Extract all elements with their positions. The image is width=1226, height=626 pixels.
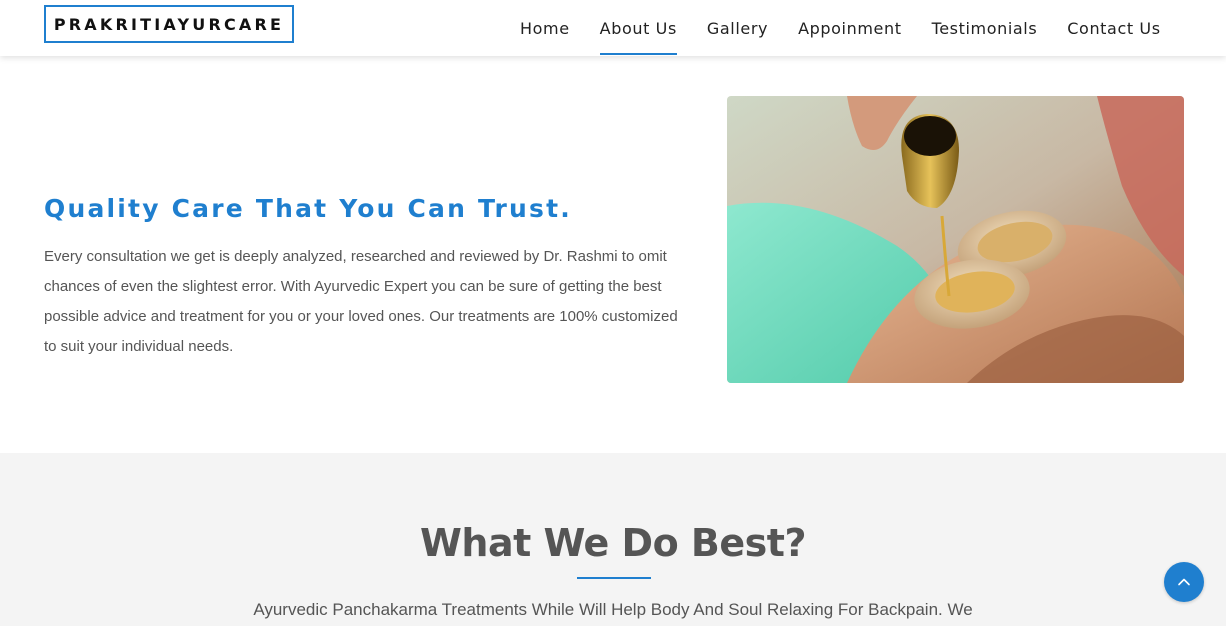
nav-item-contact-us[interactable]: Contact Us	[1052, 0, 1175, 56]
chevron-up-icon	[1178, 578, 1190, 586]
section-text: Ayurvedic Panchakarma Treatments While W…	[253, 600, 973, 619]
nav-item-gallery[interactable]: Gallery	[692, 0, 783, 56]
oil-therapy-image	[727, 96, 1184, 383]
site-header: PRAKRITIAYURCARE Home About Us Gallery A…	[0, 0, 1226, 56]
nav-item-appoinment[interactable]: Appoinment	[783, 0, 916, 56]
section-title: What We Do Best?	[419, 521, 807, 565]
nav-item-about-us[interactable]: About Us	[585, 0, 692, 56]
what-we-do-best-section: What We Do Best? Ayurvedic Panchakarma T…	[0, 453, 1226, 626]
title-underline	[577, 577, 651, 579]
site-logo[interactable]: PRAKRITIAYURCARE	[44, 5, 294, 43]
nav-item-home[interactable]: Home	[505, 0, 585, 56]
intro-text: Every consultation we get is deeply anal…	[44, 248, 678, 355]
main-nav: Home About Us Gallery Appoinment Testimo…	[505, 0, 1176, 56]
nav-item-testimonials[interactable]: Testimonials	[917, 0, 1053, 56]
scroll-to-top-button[interactable]	[1164, 562, 1204, 602]
intro-title: Quality Care That You Can Trust.	[44, 194, 572, 223]
